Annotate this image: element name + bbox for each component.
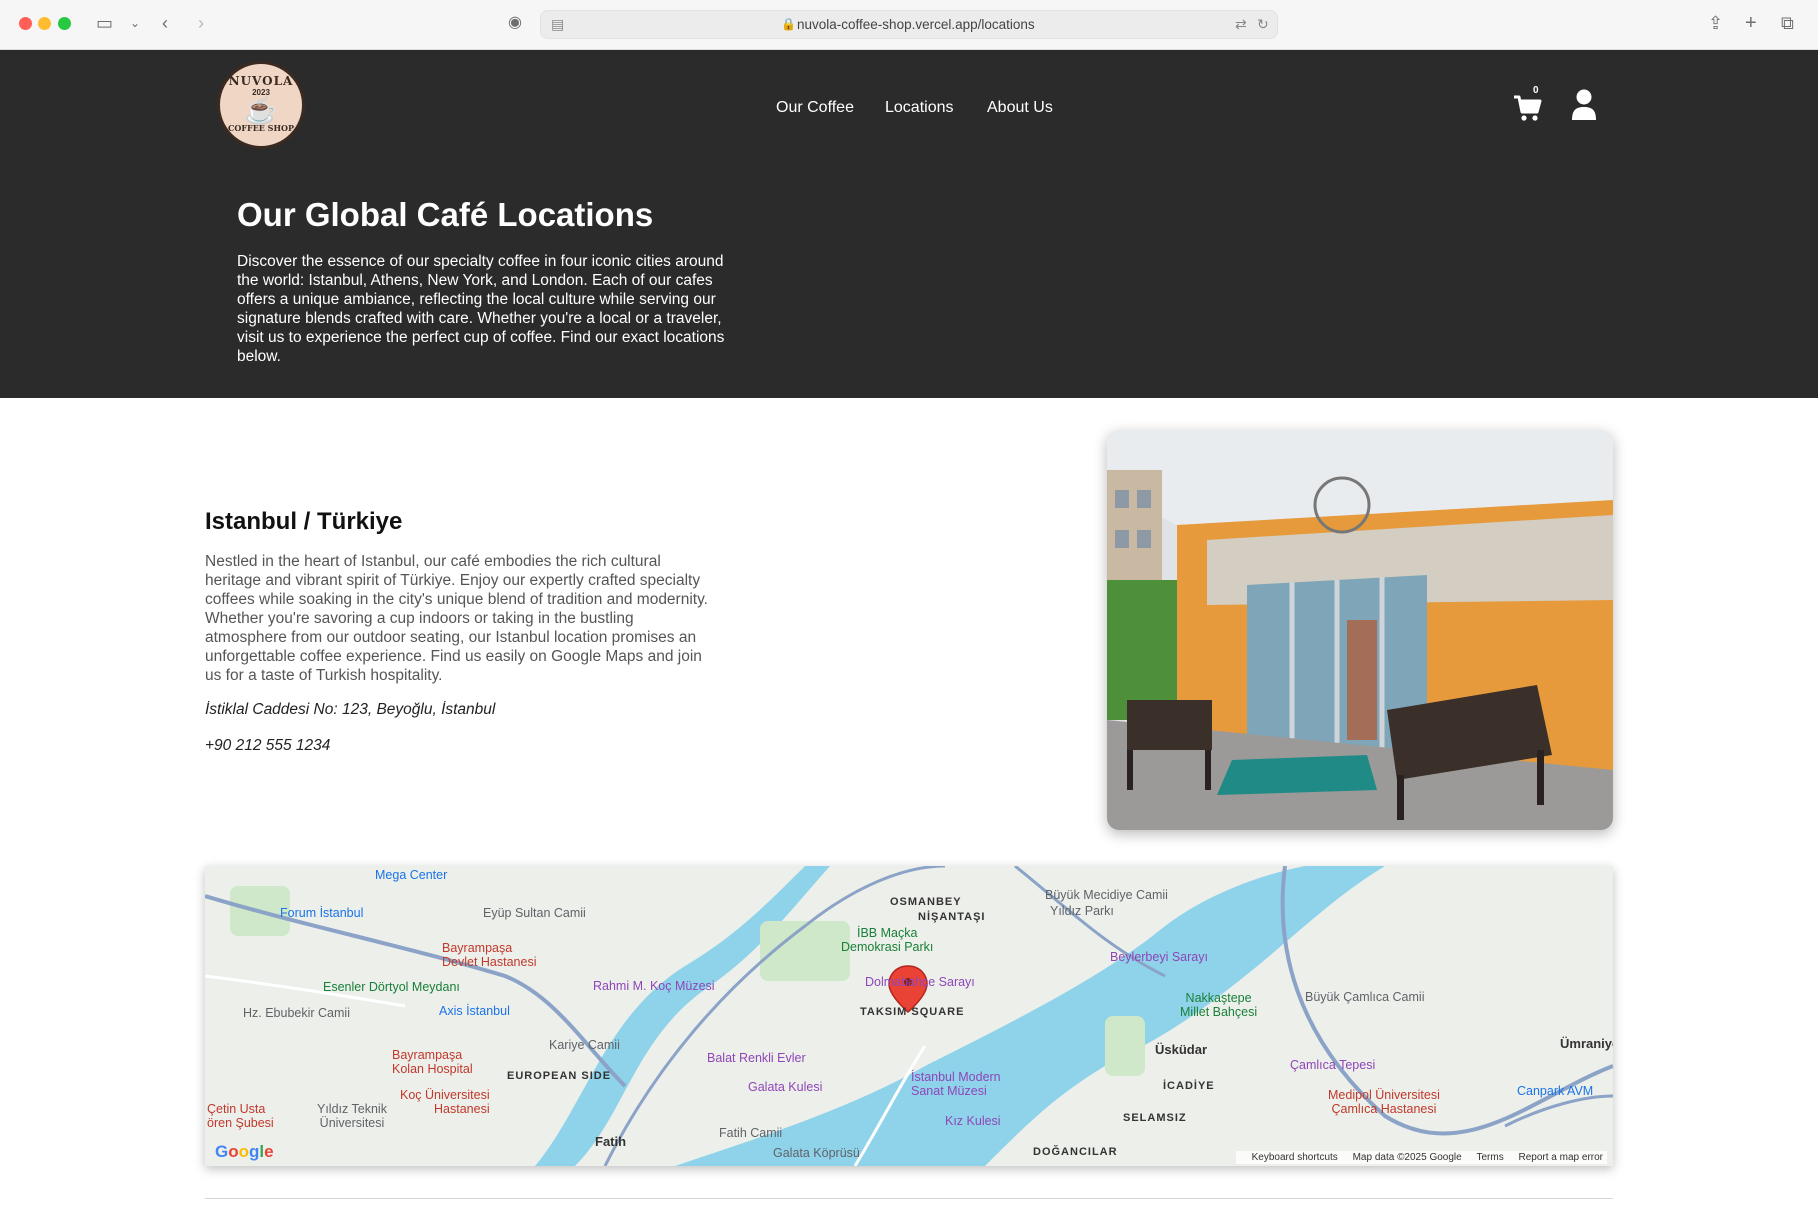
map-label-uskudar: Üsküdar bbox=[1155, 1042, 1208, 1057]
cafe-photo bbox=[1107, 430, 1613, 830]
cart-icon[interactable] bbox=[1512, 93, 1542, 123]
map-label-camlica-tepesi[interactable]: Çamlıca Tepesi bbox=[1290, 1058, 1375, 1072]
cafe-storefront-image bbox=[1107, 430, 1613, 830]
map-label-mega-center[interactable]: Mega Center bbox=[375, 868, 447, 882]
map-label-kariye[interactable]: Kariye Camii bbox=[549, 1038, 620, 1052]
map-label-forum[interactable]: Forum İstanbul bbox=[280, 906, 363, 920]
logo-subtitle: COFFEE SHOP bbox=[228, 122, 294, 133]
location-address: İstiklal Caddesi No: 123, Beyoğlu, İstan… bbox=[205, 701, 496, 718]
map-label-icadiye: İCADİYE bbox=[1163, 1080, 1215, 1092]
map-terms-link[interactable]: Terms bbox=[1477, 1152, 1504, 1163]
map-label-beylerbeyi[interactable]: Beylerbeyi Sarayı bbox=[1110, 950, 1208, 964]
google-map[interactable]: Mega Center Forum İstanbul Eyüp Sultan C… bbox=[205, 866, 1613, 1166]
url-text: nuvola-coffee-shop.vercel.app/locations bbox=[797, 17, 1035, 32]
map-label-istanbul-modern[interactable]: İstanbul Modern Sanat Müzesi bbox=[911, 1070, 1001, 1098]
map-label-fatih-camii[interactable]: Fatih Camii bbox=[719, 1126, 782, 1140]
location-title: Istanbul / Türkiye bbox=[205, 508, 403, 535]
location-phone: +90 212 555 1234 bbox=[205, 737, 331, 754]
map-label-nakkastepe[interactable]: Nakkaştepe Millet Bahçesi bbox=[1180, 991, 1257, 1019]
map-label-nisantasi: NİŞANTAŞI bbox=[918, 911, 986, 923]
map-attribution-bar: Keyboard shortcuts Map data ©2025 Google… bbox=[1235, 1151, 1607, 1164]
map-label-esenler[interactable]: Esenler Dörtyol Meydanı bbox=[323, 980, 460, 994]
map-label-bayrampasa-kolan[interactable]: Bayrampaşa Kolan Hospital bbox=[392, 1048, 473, 1076]
map-label-european-side: EUROPEAN SIDE bbox=[507, 1070, 612, 1082]
map-label-eyup[interactable]: Eyüp Sultan Camii bbox=[483, 906, 586, 920]
map-label-axis[interactable]: Axis İstanbul bbox=[439, 1004, 510, 1018]
map-label-rahmi[interactable]: Rahmi M. Koç Müzesi bbox=[593, 979, 715, 993]
map-label-buyuk-camlica[interactable]: Büyük Çamlıca Camii bbox=[1305, 990, 1424, 1004]
map-data-credit: Map data ©2025 Google bbox=[1352, 1152, 1462, 1163]
map-label-bayrampasa-devlet[interactable]: Bayrampaşa Devlet Hastanesi bbox=[442, 941, 537, 969]
map-report-error-link[interactable]: Report a map error bbox=[1519, 1152, 1603, 1163]
map-label-ibb-macka[interactable]: İBB Maçka Demokrasi Parkı bbox=[841, 926, 933, 954]
map-label-taksim: TAKSIM SQUARE bbox=[860, 1006, 965, 1018]
map-label-balat[interactable]: Balat Renkli Evler bbox=[707, 1051, 806, 1065]
map-label-yildiz-teknik[interactable]: Yıldız Teknik Üniversitesi bbox=[317, 1102, 387, 1130]
new-tab-icon[interactable]: + bbox=[1745, 13, 1757, 33]
map-label-buyuk-mecidiye[interactable]: Büyük Mecidiye Camii bbox=[1045, 888, 1168, 902]
privacy-shield-icon[interactable]: ◉ bbox=[508, 13, 522, 33]
location-description: Nestled in the heart of Istanbul, our ca… bbox=[205, 553, 708, 684]
map-label-dolmabahce[interactable]: Dolmabahçe Sarayı bbox=[865, 975, 975, 989]
map-label-yildiz-parki[interactable]: Yıldız Parkı bbox=[1050, 904, 1114, 918]
hero-intro-text: Discover the essence of our specialty co… bbox=[237, 253, 725, 365]
address-bar[interactable]: ▤ 🔒 nuvola-coffee-shop.vercel.app/locati… bbox=[540, 10, 1278, 39]
map-label-canpark[interactable]: Canpark AVM bbox=[1517, 1084, 1593, 1098]
map-label-umraniye: Ümraniye bbox=[1560, 1036, 1613, 1051]
tabs-overview-icon[interactable]: ⧉ bbox=[1781, 13, 1794, 33]
browser-toolbar: ▭ ⌄ ‹ › ◉ ▤ 🔒 nuvola-coffee-shop.vercel.… bbox=[0, 0, 1818, 50]
map-keyboard-shortcuts[interactable]: Keyboard shortcuts bbox=[1252, 1152, 1338, 1163]
map-label-koc-uni[interactable]: Koç Üniversitesi Hastanesi bbox=[400, 1088, 490, 1116]
nav-locations[interactable]: Locations bbox=[885, 99, 954, 117]
map-label-osmanbey: OSMANBEY bbox=[890, 896, 962, 908]
section-divider bbox=[205, 1198, 1613, 1199]
reload-icon[interactable]: ↻ bbox=[1257, 16, 1269, 33]
maximize-window-button[interactable] bbox=[58, 17, 71, 30]
map-label-kiz-kulesi[interactable]: Kız Kulesi bbox=[945, 1114, 1001, 1128]
lock-icon: 🔒 bbox=[781, 17, 796, 31]
chevron-down-icon[interactable]: ⌄ bbox=[130, 13, 140, 33]
minimize-window-button[interactable] bbox=[38, 17, 51, 30]
cart-count-badge: 0 bbox=[1533, 85, 1539, 96]
sidebar-icon[interactable]: ▭ bbox=[96, 13, 113, 33]
map-label-selamsiz: SELAMSIZ bbox=[1123, 1112, 1187, 1124]
page-menu-icon[interactable]: ▤ bbox=[551, 16, 564, 33]
page-title: Our Global Café Locations bbox=[237, 196, 654, 233]
forward-icon[interactable]: › bbox=[198, 13, 204, 33]
map-label-galata-kulesi[interactable]: Galata Kulesi bbox=[748, 1080, 822, 1094]
map-label-cetin-usta[interactable]: Çetin Usta ören Şubesi bbox=[207, 1102, 274, 1130]
map-label-ebubekir[interactable]: Hz. Ebubekir Camii bbox=[243, 1006, 350, 1020]
user-icon[interactable] bbox=[1571, 89, 1597, 121]
map-label-fatih: Fatih bbox=[595, 1134, 627, 1149]
map-label-dogancilar: DOĞANCILAR bbox=[1033, 1146, 1118, 1158]
close-window-button[interactable] bbox=[19, 17, 32, 30]
share-icon[interactable]: ⇪ bbox=[1708, 13, 1723, 33]
translate-icon[interactable]: ⇄ bbox=[1235, 16, 1247, 33]
google-logo: Google bbox=[215, 1142, 274, 1161]
map-label-galata-koprusu[interactable]: Galata Köprüsü bbox=[773, 1146, 860, 1160]
logo-brand-text: NUVOLA bbox=[228, 73, 294, 88]
map-label-medipol[interactable]: Medipol Üniversitesi Çamlıca Hastanesi bbox=[1328, 1088, 1440, 1116]
back-icon[interactable]: ‹ bbox=[162, 13, 168, 33]
main-nav: Our Coffee Locations About Us bbox=[0, 99, 1818, 119]
nav-about-us[interactable]: About Us bbox=[987, 99, 1053, 117]
nav-our-coffee[interactable]: Our Coffee bbox=[776, 99, 854, 117]
